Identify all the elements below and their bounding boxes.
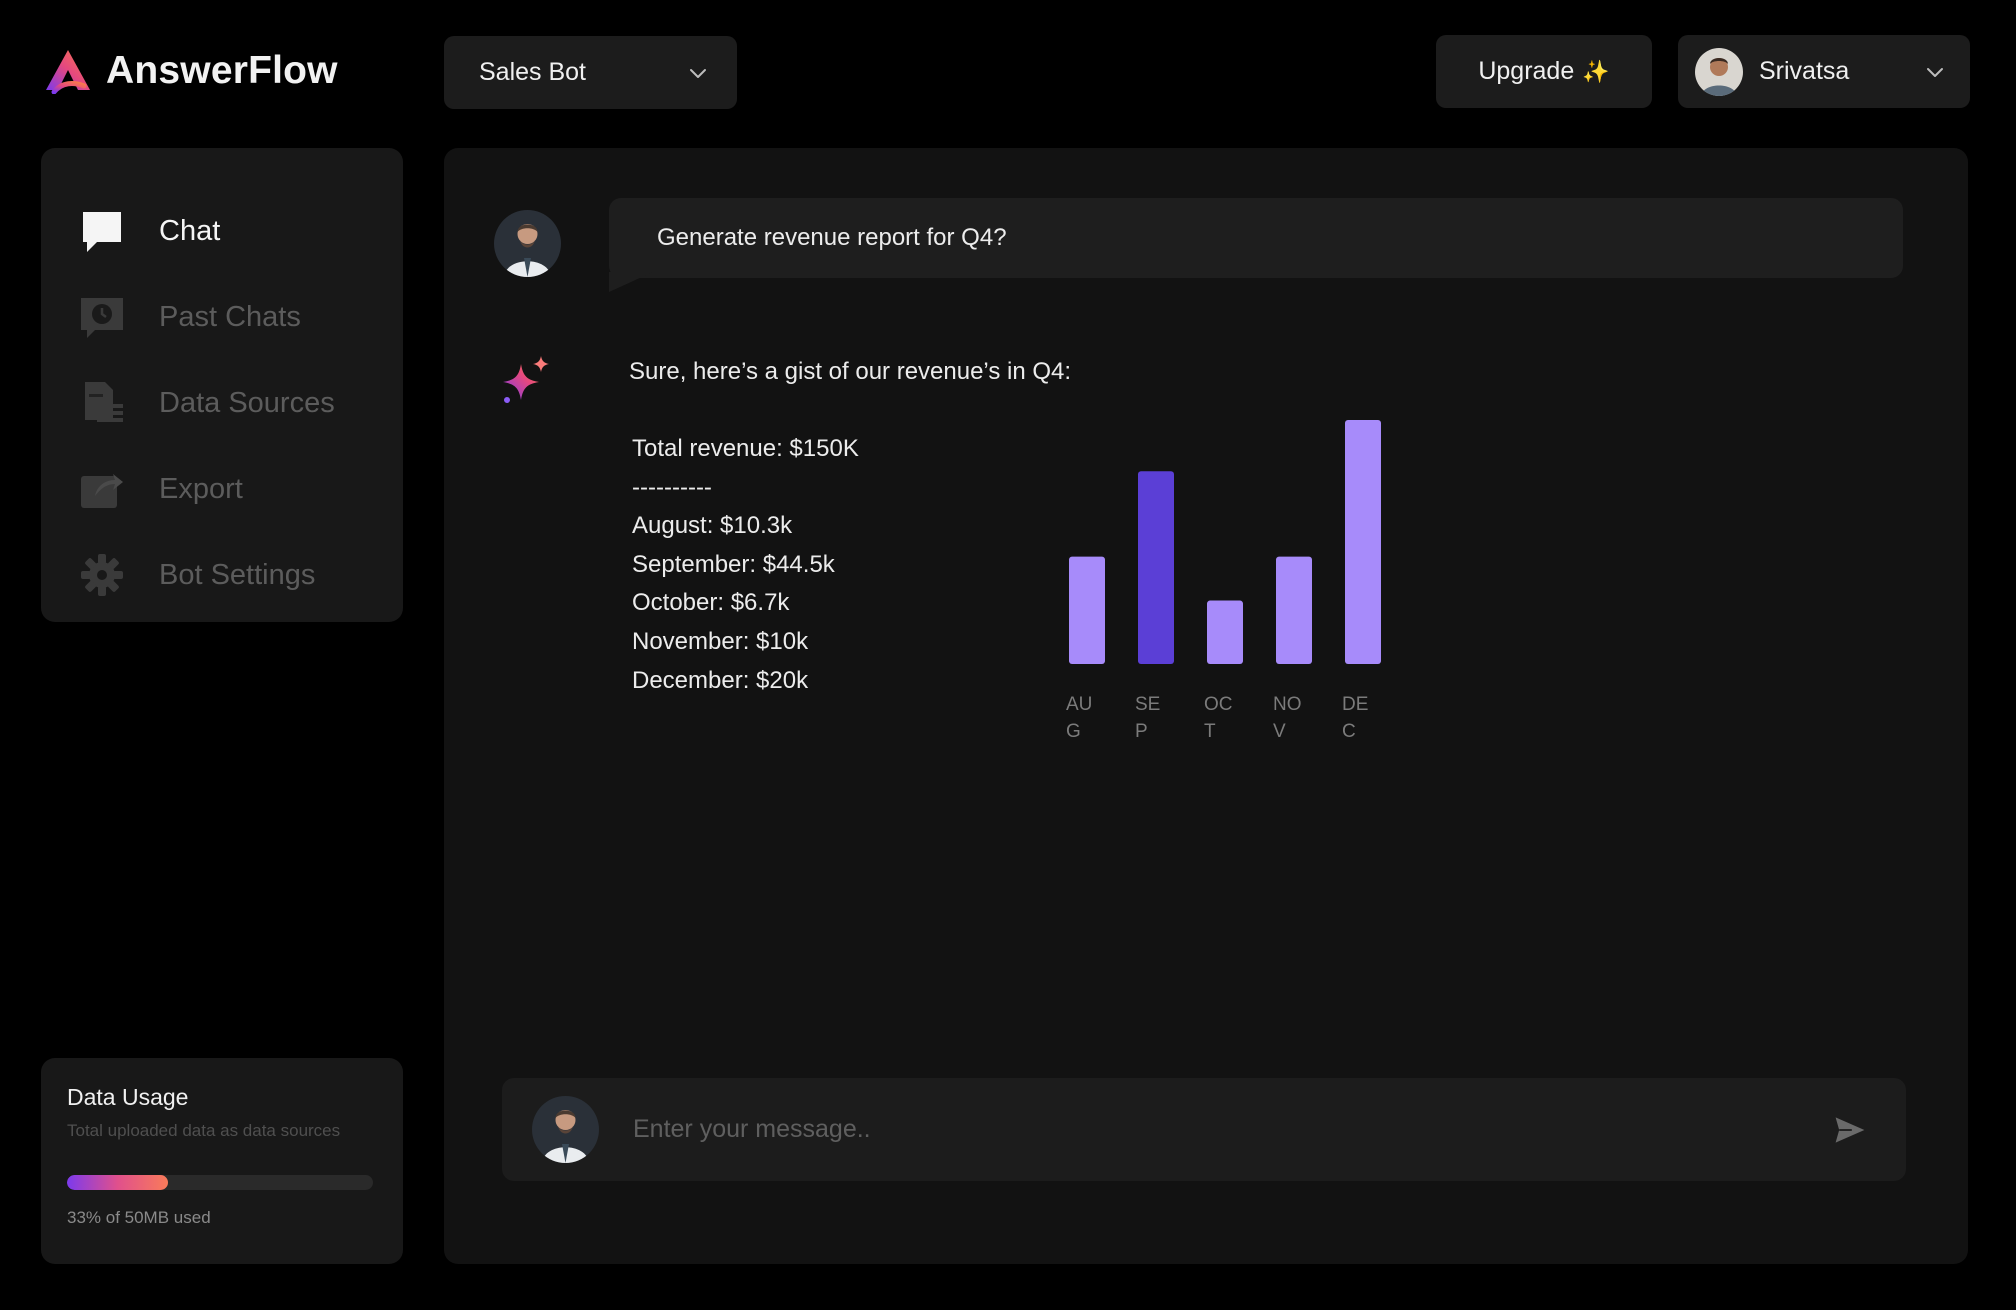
chart-bar — [1345, 420, 1381, 664]
chart-x-tick-label: SE P — [1135, 694, 1160, 742]
report-line: December: $20k — [632, 666, 809, 694]
data-usage-caption: 33% of 50MB used — [67, 1208, 211, 1227]
chart-bar — [1138, 471, 1174, 664]
app-name: AnswerFlow — [106, 49, 338, 92]
chevron-down-icon — [1927, 67, 1943, 77]
user-message-text: Generate revenue report for Q4? — [657, 224, 1007, 251]
message-composer — [502, 1078, 1906, 1181]
user-message-avatar — [494, 210, 561, 277]
data-usage-card: Data Usage Total uploaded data as data s… — [41, 1058, 403, 1264]
composer-user-avatar — [532, 1096, 599, 1163]
send-button[interactable] — [1830, 1110, 1870, 1150]
upgrade-label: Upgrade — [1478, 57, 1575, 85]
report-line: ---------- — [632, 473, 712, 501]
app-logo[interactable]: AnswerFlow — [44, 48, 338, 94]
sidebar-item-chat[interactable]: Chat — [41, 188, 403, 274]
sidebar-item-bot-settings[interactable]: Bot Settings — [41, 532, 403, 618]
report-line: Total revenue: $150K — [632, 435, 859, 462]
report-line: October: $6.7k — [632, 589, 790, 617]
chart-x-tick-label: DE C — [1342, 694, 1368, 742]
sidebar-item-label: Export — [159, 472, 243, 505]
report-line: November: $10k — [632, 627, 809, 655]
bot-message-intro: Sure, here’s a gist of our revenue’s in … — [629, 358, 1072, 385]
user-avatar — [1695, 47, 1743, 96]
sparkles-icon: ✨ — [1582, 58, 1610, 84]
document-icon — [79, 380, 125, 426]
user-message-bubble: Generate revenue report for Q4? — [609, 198, 1903, 278]
chart-bar — [1207, 600, 1243, 664]
bot-selector-value: Sales Bot — [479, 58, 587, 86]
bot-selector-dropdown[interactable]: Sales Bot — [444, 36, 737, 109]
message-input[interactable] — [633, 1115, 1830, 1144]
data-usage-title: Data Usage — [67, 1084, 189, 1110]
user-menu-dropdown[interactable]: Srivatsa — [1678, 35, 1970, 108]
chart-bar — [1069, 556, 1105, 664]
revenue-report-text: Total revenue: $150K ---------- August: … — [632, 430, 859, 700]
chat-bubble-icon — [79, 208, 125, 254]
revenue-bar-chart: AU G SE P OC T NO V DE C — [1054, 416, 1454, 756]
revenue-bar-chart-svg: AU G SE P OC T NO V DE C — [1066, 420, 1381, 742]
sidebar-item-label: Data Sources — [159, 386, 335, 419]
sidebar-item-label: Bot Settings — [159, 558, 316, 591]
sidebar-item-export[interactable]: Export — [41, 446, 403, 532]
chevron-down-icon — [690, 68, 706, 78]
report-line: August: $10.3k — [632, 512, 793, 540]
chat-panel: Generate revenue report for Q4? Sure, he… — [444, 148, 1968, 1264]
chart-x-tick-label: OC T — [1204, 694, 1233, 742]
answerflow-logo-icon — [46, 50, 90, 94]
sidebar-item-label: Chat — [159, 214, 221, 247]
export-icon — [79, 466, 125, 512]
history-icon — [79, 294, 125, 340]
report-line: September: $44.5k — [632, 550, 835, 578]
sidebar-item-data-sources[interactable]: Data Sources — [41, 360, 403, 446]
chart-x-tick-label: NO V — [1273, 694, 1302, 742]
chart-bar — [1276, 556, 1312, 664]
gear-icon — [79, 552, 125, 598]
sidebar-item-label: Past Chats — [159, 300, 301, 333]
user-name: Srivatsa — [1759, 57, 1850, 85]
bot-sparkle-icon — [499, 354, 555, 410]
chart-x-tick-label: AU G — [1066, 694, 1092, 742]
data-usage-progress-bar — [67, 1175, 373, 1190]
sidebar-item-past-chats[interactable]: Past Chats — [41, 274, 403, 360]
upgrade-button[interactable]: Upgrade ✨ — [1436, 35, 1652, 108]
data-usage-progress-fill — [67, 1175, 168, 1190]
data-usage-subtitle: Total uploaded data as data sources — [67, 1121, 341, 1140]
send-icon — [1835, 1116, 1865, 1143]
sidebar-nav: Chat Past Chats Data Sources Export Bot … — [41, 148, 403, 622]
